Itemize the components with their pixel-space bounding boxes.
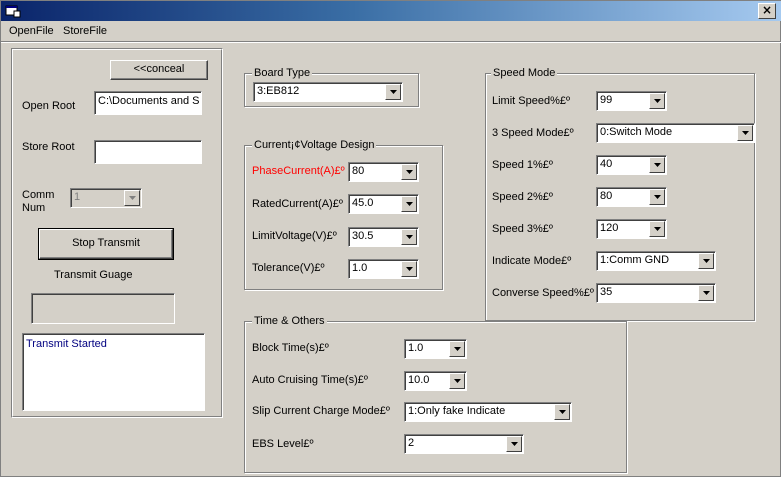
board-type-select[interactable]: 3:EB812 bbox=[253, 82, 403, 102]
block-time-select[interactable]: 1.0 bbox=[404, 339, 467, 359]
limit-voltage-label: LimitVoltage(V)£º bbox=[252, 230, 337, 242]
limit-speed-label: Limit Speed%£º bbox=[492, 95, 571, 107]
log-box[interactable]: Transmit Started bbox=[22, 333, 205, 411]
ebs-level-label: EBS Level£º bbox=[252, 438, 314, 450]
dropdown-arrow-icon[interactable] bbox=[401, 196, 417, 212]
phase-current-value: 80 bbox=[352, 165, 365, 177]
dropdown-arrow-icon[interactable] bbox=[506, 436, 522, 452]
block-time-value: 1.0 bbox=[408, 342, 424, 354]
comm-num-select[interactable]: 1 bbox=[70, 188, 142, 208]
comm-num-value: 1 bbox=[74, 191, 81, 203]
indicate-mode-value: 1:Comm GND bbox=[600, 254, 670, 266]
time-others-title: Time & Others bbox=[252, 315, 327, 327]
indicate-mode-label: Indicate Mode£º bbox=[492, 255, 572, 267]
dropdown-arrow-icon[interactable] bbox=[698, 285, 714, 301]
rated-current-value: 45.0 bbox=[352, 197, 374, 209]
phase-current-label: PhaseCurrent(A)£º bbox=[252, 165, 345, 177]
menu-bar: OpenFile StoreFile bbox=[1, 22, 781, 41]
speed3-select[interactable]: 120 bbox=[596, 219, 667, 239]
open-root-label: Open Root bbox=[22, 100, 76, 112]
main-window: × OpenFile StoreFile <<conceal Open Root… bbox=[0, 0, 781, 477]
dropdown-arrow-icon[interactable] bbox=[649, 189, 665, 205]
limit-speed-select[interactable]: 99 bbox=[596, 91, 667, 111]
slip-current-value: 1:Only fake Indicate bbox=[408, 405, 506, 417]
slip-current-label: Slip Current Charge Mode£º bbox=[252, 405, 390, 417]
limit-voltage-value: 30.5 bbox=[352, 230, 374, 242]
three-speed-mode-select[interactable]: 0:Switch Mode bbox=[596, 123, 755, 143]
auto-cruising-select[interactable]: 10.0 bbox=[404, 371, 467, 391]
store-root-label: Store Root bbox=[22, 141, 75, 153]
title-bar: × bbox=[1, 1, 781, 21]
slip-current-select[interactable]: 1:Only fake Indicate bbox=[404, 402, 572, 422]
speed1-value: 40 bbox=[600, 158, 613, 170]
dropdown-arrow-icon[interactable] bbox=[124, 190, 140, 206]
dropdown-arrow-icon[interactable] bbox=[449, 341, 465, 357]
dropdown-arrow-icon[interactable] bbox=[449, 373, 465, 389]
board-type-title: Board Type bbox=[252, 67, 313, 79]
indicate-mode-select[interactable]: 1:Comm GND bbox=[596, 251, 716, 271]
menu-separator bbox=[1, 41, 781, 43]
current-voltage-title: Current¡¢Voltage Design bbox=[252, 139, 377, 151]
speed2-value: 80 bbox=[600, 190, 613, 202]
speed2-label: Speed 2%£º bbox=[492, 191, 553, 203]
speed1-label: Speed 1%£º bbox=[492, 159, 553, 171]
auto-cruising-value: 10.0 bbox=[408, 374, 430, 386]
conceal-button[interactable]: <<conceal bbox=[110, 60, 208, 80]
three-speed-mode-value: 0:Switch Mode bbox=[600, 126, 673, 138]
tolerance-label: Tolerance(V)£º bbox=[252, 262, 325, 274]
board-type-value: 3:EB812 bbox=[257, 85, 300, 97]
transmit-gauge bbox=[31, 293, 175, 324]
speed3-value: 120 bbox=[600, 222, 619, 234]
store-root-input[interactable] bbox=[94, 140, 202, 164]
open-root-input[interactable]: C:\Documents and S bbox=[94, 91, 202, 115]
dropdown-arrow-icon[interactable] bbox=[554, 404, 570, 420]
dropdown-arrow-icon[interactable] bbox=[401, 261, 417, 277]
tolerance-value: 1.0 bbox=[352, 262, 368, 274]
ebs-level-value: 2 bbox=[408, 437, 415, 449]
converse-speed-value: 35 bbox=[600, 286, 613, 298]
dropdown-arrow-icon[interactable] bbox=[737, 125, 753, 141]
rated-current-label: RatedCurrent(A)£º bbox=[252, 198, 343, 210]
speed3-label: Speed 3%£º bbox=[492, 223, 553, 235]
block-time-label: Block Time(s)£º bbox=[252, 342, 329, 354]
tolerance-select[interactable]: 1.0 bbox=[348, 259, 419, 279]
auto-cruising-label: Auto Cruising Time(s)£º bbox=[252, 374, 368, 386]
speed1-select[interactable]: 40 bbox=[596, 155, 667, 175]
stop-transmit-button[interactable]: Stop Transmit bbox=[38, 228, 174, 260]
ebs-level-select[interactable]: 2 bbox=[404, 434, 524, 454]
menu-store-file[interactable]: StoreFile bbox=[63, 22, 107, 41]
log-text: Transmit Started bbox=[26, 338, 107, 350]
dropdown-arrow-icon[interactable] bbox=[401, 164, 417, 180]
comm-num-label-line2: Num bbox=[22, 202, 46, 214]
dropdown-arrow-icon[interactable] bbox=[649, 93, 665, 109]
limit-voltage-select[interactable]: 30.5 bbox=[348, 227, 419, 247]
dropdown-arrow-icon[interactable] bbox=[401, 229, 417, 245]
limit-speed-value: 99 bbox=[600, 94, 613, 106]
phase-current-select[interactable]: 80 bbox=[348, 162, 419, 182]
dropdown-arrow-icon[interactable] bbox=[698, 253, 714, 269]
app-icon bbox=[5, 5, 21, 18]
speed-mode-title: Speed Mode bbox=[491, 67, 558, 79]
close-button[interactable]: × bbox=[758, 3, 776, 19]
dropdown-arrow-icon[interactable] bbox=[649, 221, 665, 237]
dropdown-arrow-icon[interactable] bbox=[649, 157, 665, 173]
dropdown-arrow-icon[interactable] bbox=[385, 84, 401, 100]
converse-speed-label: Converse Speed%£º bbox=[492, 287, 594, 299]
converse-speed-select[interactable]: 35 bbox=[596, 283, 716, 303]
speed2-select[interactable]: 80 bbox=[596, 187, 667, 207]
comm-num-label-line1: Comm bbox=[22, 189, 55, 201]
close-icon: × bbox=[761, 3, 773, 17]
three-speed-mode-label: 3 Speed Mode£º bbox=[492, 127, 574, 139]
transmit-gauge-label: Transmit Guage bbox=[54, 269, 133, 281]
menu-open-file[interactable]: OpenFile bbox=[9, 22, 54, 41]
rated-current-select[interactable]: 45.0 bbox=[348, 194, 419, 214]
